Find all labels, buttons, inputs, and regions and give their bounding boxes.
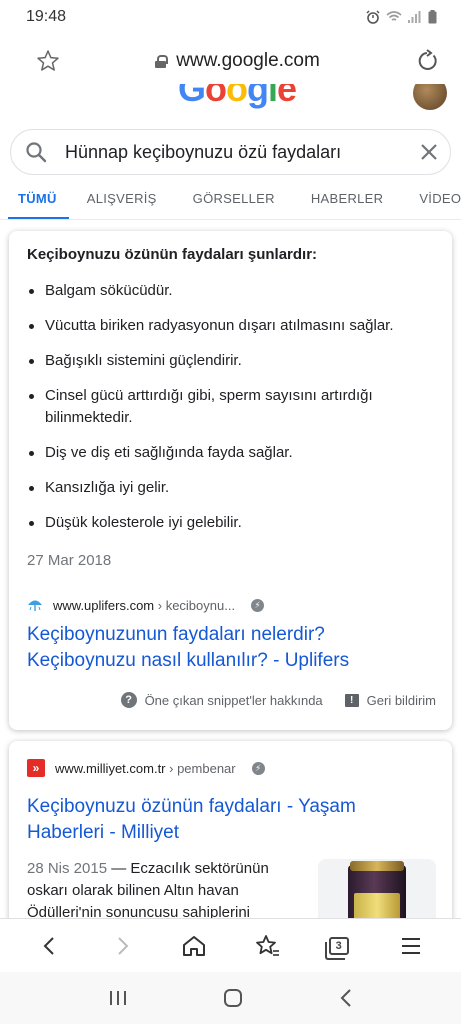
logo-letter: o: [205, 84, 227, 109]
google-logo[interactable]: Google: [178, 84, 297, 110]
snippet-bullet-list: Balgam sökücüdür. Vücutta biriken radyas…: [27, 280, 437, 547]
battery-icon: [428, 10, 437, 24]
list-item: Vücutta biriken radyasyonun dışarı atılm…: [27, 315, 437, 337]
back-nav-icon[interactable]: [339, 988, 353, 1008]
back-button[interactable]: [30, 926, 70, 966]
system-nav-bar: [0, 972, 461, 1024]
logo-letter: o: [226, 84, 248, 109]
source-domain: www.milliyet.com.tr: [55, 760, 166, 776]
home-icon: [183, 935, 206, 956]
result-snippet: 28 Nis 2015 — Eczacılık sektörünün oskar…: [27, 858, 307, 924]
tab-images[interactable]: GÖRSELLER: [175, 178, 293, 219]
signal-icon: [408, 11, 421, 23]
recents-icon[interactable]: [108, 989, 128, 1007]
menu-button[interactable]: [391, 926, 431, 966]
home-button[interactable]: [174, 926, 214, 966]
browser-url-bar: www.google.com: [0, 34, 461, 88]
tabs-button[interactable]: 3: [319, 926, 359, 966]
result-link[interactable]: Keçiboynuzunun faydaları nelerdir? Keçib…: [27, 622, 437, 674]
feedback-label: Geri bildirim: [366, 692, 436, 708]
search-input[interactable]: Hünnap keçiboynuzu özü faydaları: [65, 142, 420, 163]
about-snippets-label: Öne çıkan snippet'ler hakkında: [144, 692, 323, 708]
address-field[interactable]: www.google.com: [155, 50, 320, 72]
list-item: Diş ve diş eti sağlığında fayda sağlar.: [27, 442, 437, 464]
featured-snippet-card: Keçiboynuzu özünün faydaları şunlardır: …: [9, 231, 452, 730]
logo-letter: l: [268, 84, 278, 109]
star-icon[interactable]: [36, 49, 60, 73]
search-icon[interactable]: [25, 141, 47, 163]
jar-lid: [350, 861, 404, 871]
search-box[interactable]: Hünnap keçiboynuzu özü faydaları: [10, 129, 451, 175]
amp-icon: ⚡: [251, 761, 265, 775]
list-item: Cinsel gücü arttırdığı gibi, sperm sayıs…: [27, 385, 437, 429]
google-header: Google: [0, 84, 461, 110]
logo-letter: e: [277, 84, 297, 109]
alarm-icon: [366, 10, 380, 24]
bookmark-star-icon: [255, 934, 279, 956]
uplifers-favicon-icon: [28, 600, 42, 611]
source-breadcrumb: › keciboynu...: [154, 597, 236, 613]
amp-icon: ⚡: [251, 598, 265, 612]
list-item: Düşük kolesterole iyi gelebilir.: [27, 512, 437, 534]
search-result-card: » www.milliyet.com.tr › pembenar ⚡ Keçib…: [9, 741, 452, 941]
logo-letter: g: [247, 84, 269, 109]
result-link[interactable]: Keçiboynuzu özünün faydaları - Yaşam Hab…: [27, 794, 427, 846]
back-icon: [43, 936, 54, 955]
wifi-icon: [386, 11, 402, 21]
status-icons: [366, 10, 437, 24]
status-time: 19:48: [26, 8, 67, 25]
tab-all[interactable]: TÜMÜ: [8, 178, 69, 219]
browser-toolbar: 3: [0, 918, 461, 972]
source-row[interactable]: www.uplifers.com › keciboynu... ⚡: [27, 597, 265, 613]
snippet-footer: ? Öne çıkan snippet'ler hakkında ! Geri …: [120, 692, 436, 708]
clear-icon[interactable]: [420, 143, 438, 161]
list-item: Balgam sökücüdür.: [27, 280, 437, 302]
snippet-date: 27 Mar 2018: [27, 552, 112, 569]
lock-icon: [155, 54, 169, 68]
home-nav-icon[interactable]: [223, 988, 243, 1008]
source-breadcrumb: › pembenar: [165, 760, 236, 776]
status-bar: 19:48: [0, 0, 461, 34]
list-item: Bağışıklı sistemini güçlendirir.: [27, 350, 437, 372]
bookmarks-button[interactable]: [247, 926, 287, 966]
feedback-icon: !: [344, 693, 359, 707]
tab-shopping[interactable]: ALIŞVERİŞ: [69, 178, 175, 219]
tab-news[interactable]: HABERLER: [293, 178, 401, 219]
source-row[interactable]: » www.milliyet.com.tr › pembenar ⚡: [27, 759, 265, 777]
url-text: www.google.com: [176, 50, 320, 71]
forward-button[interactable]: [102, 926, 142, 966]
milliyet-favicon-icon: »: [27, 759, 45, 777]
forward-icon: [118, 936, 129, 955]
menu-icon: [401, 937, 420, 954]
avatar[interactable]: [413, 84, 447, 110]
tabs-icon: 3: [324, 936, 349, 960]
reload-icon[interactable]: [415, 49, 439, 73]
list-item: Kansızlığa iyi gelir.: [27, 477, 437, 499]
search-tabs: TÜMÜ ALIŞVERİŞ GÖRSELLER HABERLER VİDEOL…: [0, 178, 461, 220]
tab-videos[interactable]: VİDEOLAR: [401, 178, 461, 219]
logo-letter: G: [178, 84, 206, 109]
source-domain: www.uplifers.com: [53, 597, 155, 613]
about-snippets-link[interactable]: ? Öne çıkan snippet'ler hakkında: [120, 692, 323, 708]
snippet-title: Keçiboynuzu özünün faydaları şunlardır:: [27, 246, 318, 263]
result-date: 28 Nis 2015: [27, 860, 108, 877]
feedback-link[interactable]: ! Geri bildirim: [344, 692, 436, 708]
help-icon: ?: [120, 692, 137, 708]
